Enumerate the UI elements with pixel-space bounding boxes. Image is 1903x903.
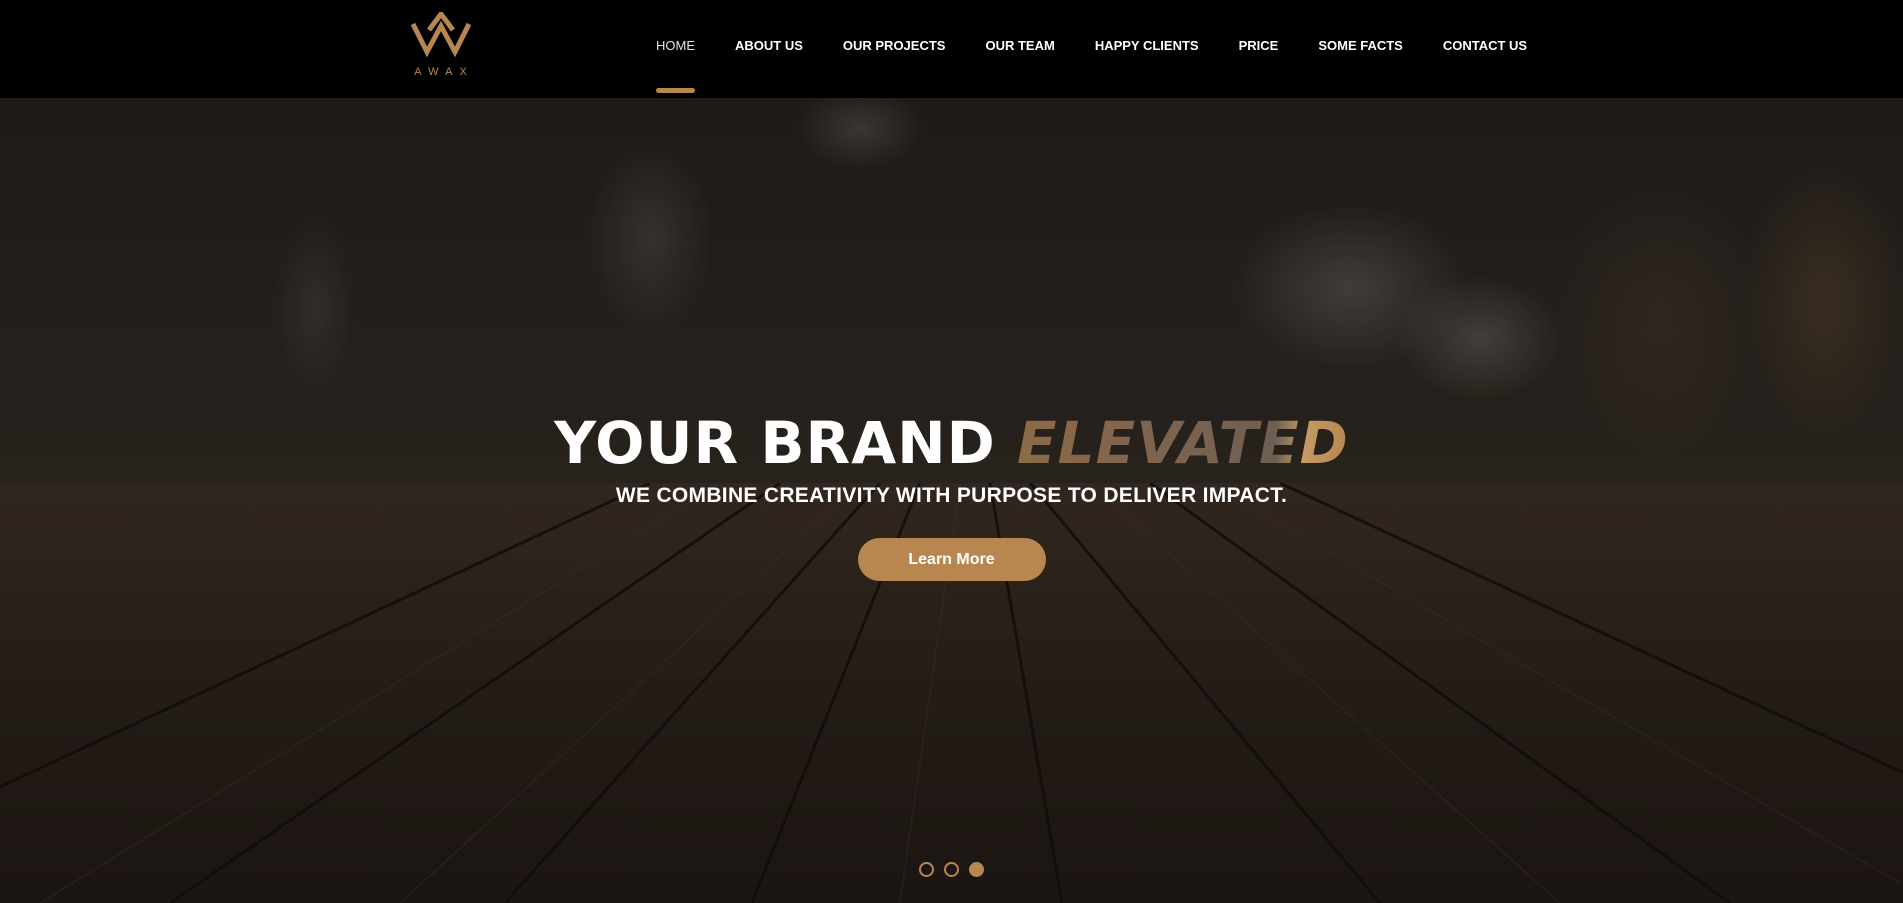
slider-dot-3[interactable] <box>969 862 984 877</box>
hero-title-main: YOUR BRAND <box>554 409 996 477</box>
main-nav: HOME ABOUT US OUR PROJECTS OUR TEAM HAPP… <box>656 0 1527 98</box>
nav-item-label: HOME <box>656 38 695 53</box>
crown-w-monogram-icon <box>410 12 472 58</box>
brand-logo[interactable]: AWAX <box>408 12 474 78</box>
slider-pagination <box>0 862 1903 877</box>
nav-item-label: OUR PROJECTS <box>842 38 946 53</box>
nav-item-about-us[interactable]: ABOUT US <box>735 0 803 98</box>
hero-subtitle: WE COMBINE CREATIVITY WITH PURPOSE TO DE… <box>615 484 1288 507</box>
nav-item-happy-clients[interactable]: HAPPY CLIENTS <box>1095 0 1199 98</box>
nav-item-label: PRICE <box>1238 38 1279 53</box>
nav-item-our-team[interactable]: OUR TEAM <box>985 0 1054 98</box>
hero-title-accent: ELEVATED <box>1017 409 1349 477</box>
nav-item-label: HAPPY CLIENTS <box>1094 38 1199 53</box>
active-nav-indicator <box>656 88 695 93</box>
slider-dot-1[interactable] <box>919 862 934 877</box>
hero-content: YOUR BRAND ELEVATED WE COMBINE CREATIVIT… <box>0 410 1903 581</box>
hero-section: YOUR BRAND ELEVATED WE COMBINE CREATIVIT… <box>0 98 1903 903</box>
nav-item-label: CONTACT US <box>1442 38 1528 53</box>
nav-item-label: SOME FACTS <box>1318 38 1403 53</box>
nav-item-home[interactable]: HOME <box>656 0 695 98</box>
nav-item-price[interactable]: PRICE <box>1239 0 1279 98</box>
nav-item-some-facts[interactable]: SOME FACTS <box>1318 0 1403 98</box>
learn-more-button[interactable]: Learn More <box>857 538 1046 581</box>
brand-name: AWAX <box>414 66 474 78</box>
nav-item-contact-us[interactable]: CONTACT US <box>1443 0 1527 98</box>
nav-item-label: ABOUT US <box>735 38 803 53</box>
nav-item-our-projects[interactable]: OUR PROJECTS <box>843 0 946 98</box>
hero-title: YOUR BRAND ELEVATED <box>0 410 1903 476</box>
nav-item-label: OUR TEAM <box>985 38 1055 53</box>
site-header: AWAX HOME ABOUT US OUR PROJECTS OUR TEAM… <box>0 0 1903 98</box>
slider-dot-2[interactable] <box>944 862 959 877</box>
